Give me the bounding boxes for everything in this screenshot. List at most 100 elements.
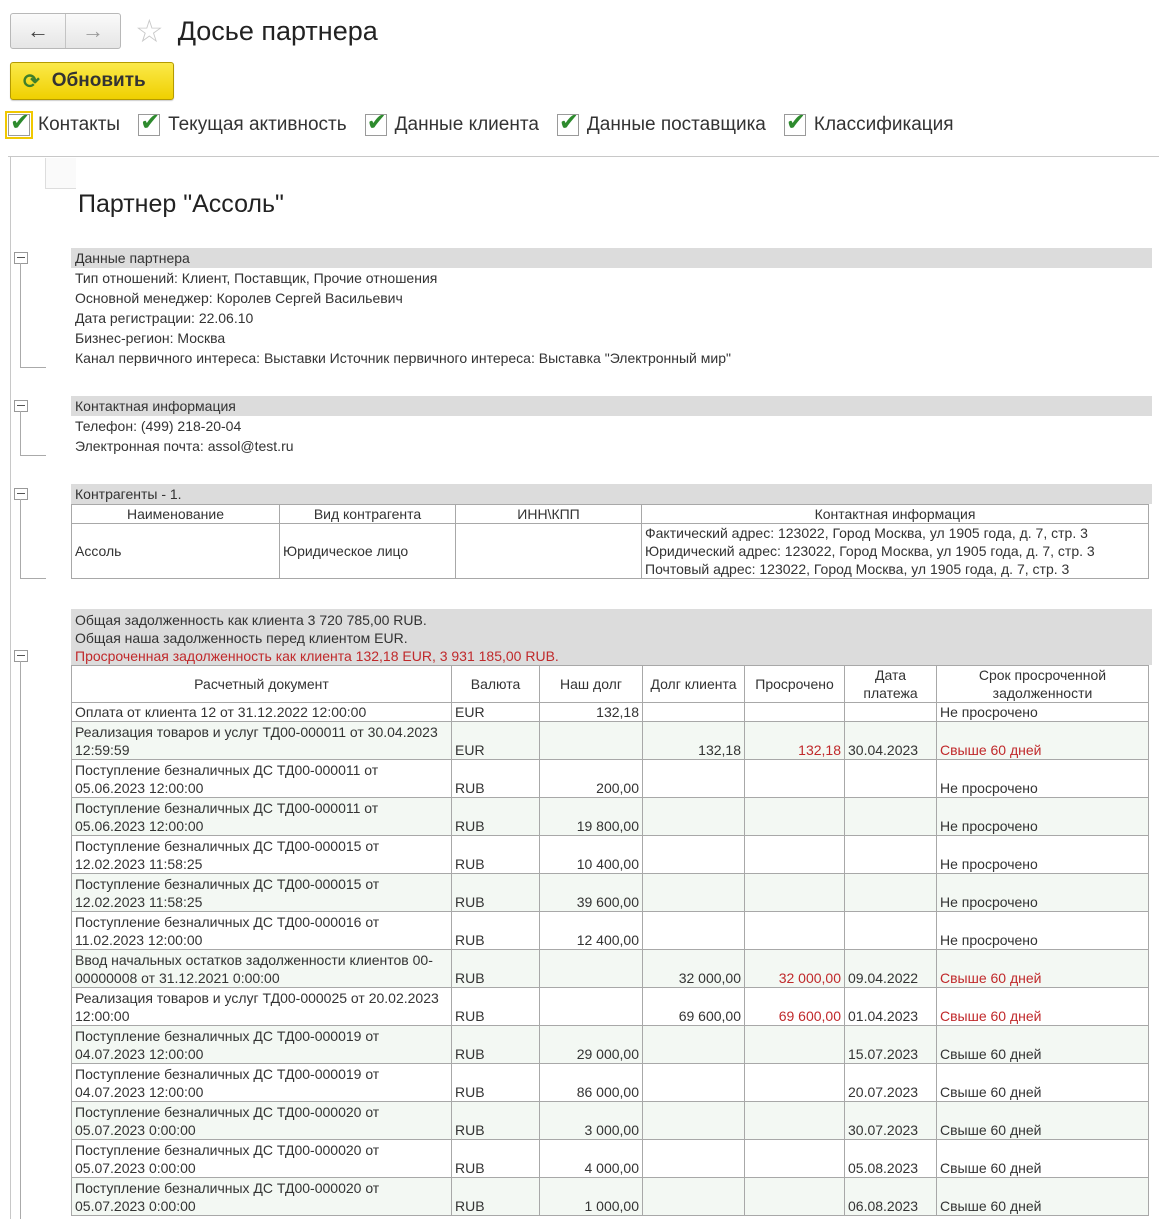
payment-date-cell: 06.08.2023 <box>844 1177 937 1216</box>
summary-line: Общая наша задолженность перед клиентом … <box>75 630 408 646</box>
summary-line: Общая задолженность как клиента 3 720 78… <box>75 612 427 628</box>
document-cell[interactable]: Поступление безналичных ДС ТД00-000011 о… <box>71 759 452 798</box>
checkbox-box[interactable] <box>556 108 579 136</box>
back-button[interactable]: ← <box>11 14 65 48</box>
column-header: ИНН\КПП <box>455 504 642 524</box>
our-debt-cell: 10 400,00 <box>539 835 643 874</box>
address-line: Юридический адрес: 123022, Город Москва,… <box>645 543 1095 559</box>
document-cell[interactable]: Поступление безналичных ДС ТД00-000011 о… <box>71 797 452 836</box>
currency-cell: RUB <box>451 1177 540 1216</box>
refresh-button[interactable]: ⟳ Обновить <box>10 62 174 100</box>
overdue-term-cell: Не просрочено <box>936 835 1149 874</box>
checkbox-label: Текущая активность <box>168 114 347 135</box>
our-debt-cell: 12 400,00 <box>539 911 643 950</box>
checkbox-box[interactable] <box>138 108 160 136</box>
checkbox-label: Данные клиента <box>394 114 539 135</box>
client-debt-cell <box>642 835 745 874</box>
client-debt-cell: 132,18 <box>642 721 745 760</box>
document-cell[interactable]: Реализация товаров и услуг ТД00-000025 о… <box>71 987 452 1026</box>
table-row: Поступление безналичных ДС ТД00-000020 о… <box>71 1139 1149 1178</box>
group-bracket <box>20 499 46 579</box>
section-header: Данные партнера <box>71 248 1152 268</box>
currency-cell: RUB <box>451 911 540 950</box>
overdue-cell <box>744 1139 845 1178</box>
overdue-term-cell: Не просрочено <box>936 702 1149 722</box>
document-cell[interactable]: Оплата от клиента 12 от 31.12.2022 12:00… <box>71 702 452 722</box>
counterparty-name[interactable]: Ассоль <box>71 523 280 579</box>
payment-date-cell: 30.04.2023 <box>844 721 937 760</box>
checkbox-box[interactable] <box>364 108 387 136</box>
report-gutter <box>10 157 11 1219</box>
column-header: Расчетный документ <box>71 665 452 703</box>
overdue-cell <box>744 759 845 798</box>
overdue-term-cell: Не просрочено <box>936 759 1149 798</box>
address-line: Почтовый адрес: 123022, Город Москва, ул… <box>645 561 1070 577</box>
our-debt-cell: 4 000,00 <box>539 1139 643 1178</box>
refresh-button-label: Обновить <box>51 70 146 91</box>
payment-date-cell <box>844 702 937 722</box>
group-bracket <box>20 411 46 456</box>
nav-group: ← → <box>10 13 121 49</box>
document-cell[interactable]: Поступление безналичных ДС ТД00-000016 о… <box>71 911 452 950</box>
overdue-cell: 69 600,00 <box>744 987 845 1026</box>
document-cell[interactable]: Реализация товаров и услуг ТД00-000011 о… <box>71 721 452 760</box>
checkbox-label: Классификация <box>813 114 954 135</box>
document-cell[interactable]: Поступление безналичных ДС ТД00-000015 о… <box>71 873 452 912</box>
our-debt-cell <box>539 721 643 760</box>
address-line: Фактический адрес: 123022, Город Москва,… <box>645 525 1088 541</box>
currency-cell: RUB <box>451 1063 540 1102</box>
table-row: Поступление безналичных ДС ТД00-000020 о… <box>71 1177 1149 1216</box>
document-cell[interactable]: Поступление безналичных ДС ТД00-000020 о… <box>71 1177 452 1216</box>
counterparty-contacts: Фактический адрес: 123022, Город Москва,… <box>641 523 1149 579</box>
group-bracket <box>20 661 46 1219</box>
checkbox-supplier-data[interactable]: Данные поставщика <box>556 108 766 136</box>
our-debt-cell: 86 000,00 <box>539 1063 643 1102</box>
client-debt-cell <box>642 797 745 836</box>
forward-button[interactable]: → <box>65 14 120 48</box>
checkbox-classification[interactable]: Классификация <box>783 108 954 136</box>
column-header: Наименование <box>71 504 280 524</box>
client-debt-cell <box>642 1101 745 1140</box>
currency-cell: EUR <box>451 721 540 760</box>
document-cell[interactable]: Поступление безналичных ДС ТД00-000020 о… <box>71 1139 452 1178</box>
document-cell[interactable]: Поступление безналичных ДС ТД00-000019 о… <box>71 1063 452 1102</box>
column-header: Контактная информация <box>641 504 1149 524</box>
overdue-term-cell: Свыше 60 дней <box>936 949 1149 988</box>
document-cell[interactable]: Поступление безналичных ДС ТД00-000020 о… <box>71 1101 452 1140</box>
payment-date-cell: 30.07.2023 <box>844 1101 937 1140</box>
table-row: Реализация товаров и услуг ТД00-000025 о… <box>71 987 1149 1026</box>
payment-date-cell: 09.04.2022 <box>844 949 937 988</box>
favorite-star-icon[interactable]: ☆ <box>135 15 164 47</box>
overdue-term-cell: Свыше 60 дней <box>936 1025 1149 1064</box>
overdue-cell <box>744 797 845 836</box>
checkbox-box[interactable] <box>5 108 33 139</box>
document-cell[interactable]: Ввод начальных остатков задолженности кл… <box>71 949 452 988</box>
partner-info-line: Бизнес-регион: Москва <box>75 330 226 346</box>
partner-info-line: Дата регистрации: 22.06.10 <box>75 310 254 326</box>
arrow-right-icon: → <box>82 18 104 43</box>
partner-info-line: Тип отношений: Клиент, Поставщик, Прочие… <box>75 270 438 286</box>
payment-date-cell: 05.08.2023 <box>844 1139 937 1178</box>
overdue-term-cell: Свыше 60 дней <box>936 721 1149 760</box>
section-toggles: Контакты Текущая активность Данные клиен… <box>5 108 972 139</box>
checkbox-label: Данные поставщика <box>586 114 766 135</box>
document-cell[interactable]: Поступление безналичных ДС ТД00-000019 о… <box>71 1025 452 1064</box>
payment-date-cell: 01.04.2023 <box>844 987 937 1026</box>
partner-info-line: Канал первичного интереса: Выставки Исто… <box>75 350 731 366</box>
overdue-term-cell: Свыше 60 дней <box>936 1177 1149 1216</box>
our-debt-cell: 1 000,00 <box>539 1177 643 1216</box>
table-row: Поступление безналичных ДС ТД00-000011 о… <box>71 797 1149 836</box>
contact-line: Телефон: (499) 218-20-04 <box>75 418 242 434</box>
checkbox-box[interactable] <box>783 108 806 136</box>
our-debt-cell: 19 800,00 <box>539 797 643 836</box>
checkbox-activity[interactable]: Текущая активность <box>138 108 347 136</box>
checkbox-label: Контакты <box>38 114 121 135</box>
document-cell[interactable]: Поступление безналичных ДС ТД00-000015 о… <box>71 835 452 874</box>
client-debt-cell <box>642 1063 745 1102</box>
table-row: Поступление безналичных ДС ТД00-000016 о… <box>71 911 1149 950</box>
payment-date-cell <box>844 797 937 836</box>
table-row: Поступление безналичных ДС ТД00-000019 о… <box>71 1025 1149 1064</box>
table-row: Ввод начальных остатков задолженности кл… <box>71 949 1149 988</box>
checkbox-contacts[interactable]: Контакты <box>5 108 121 139</box>
checkbox-client-data[interactable]: Данные клиента <box>364 108 539 136</box>
